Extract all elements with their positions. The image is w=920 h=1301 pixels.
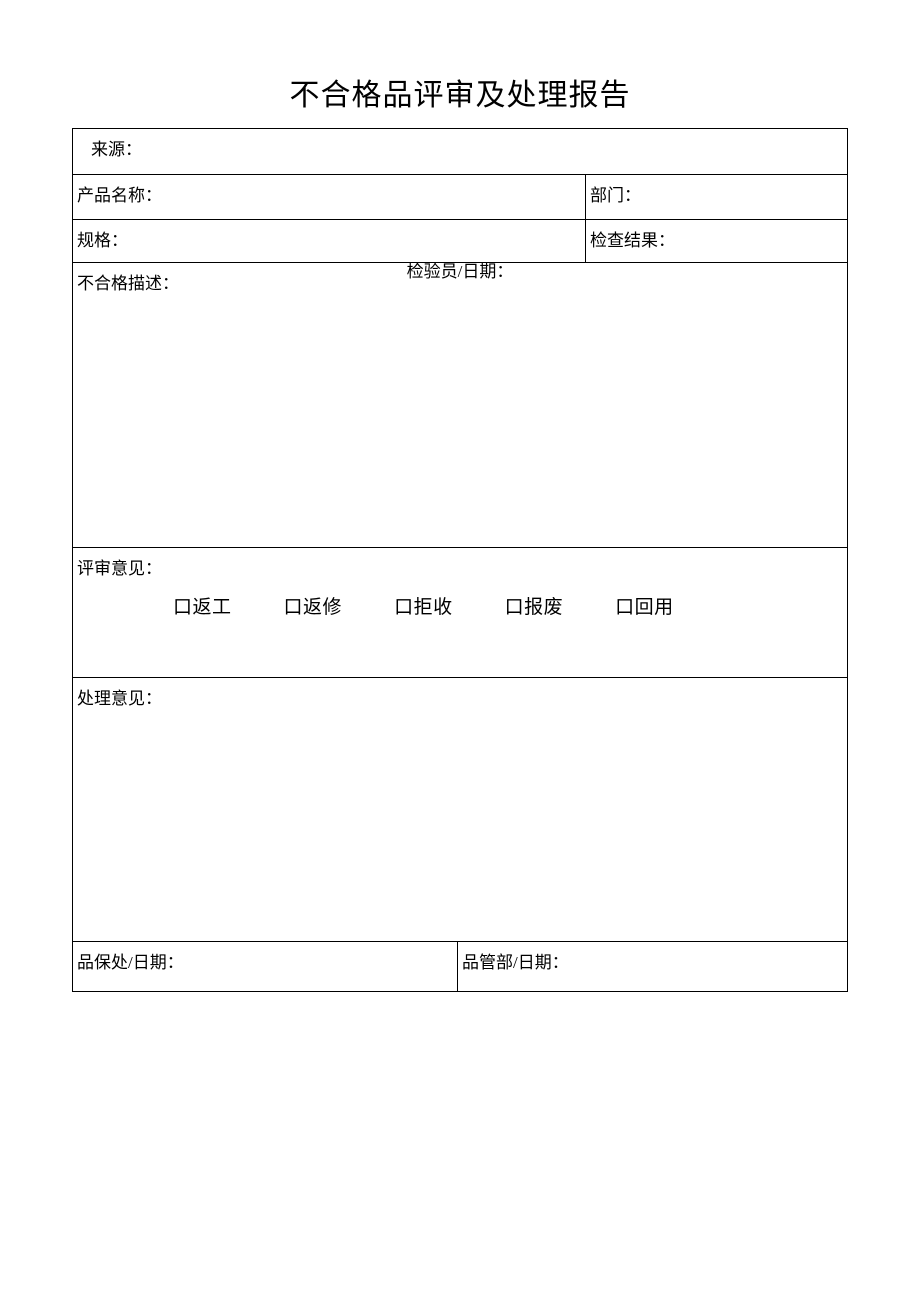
document-page: 不合格品评审及处理报告 来源： 产品名称： 部门： 规格： 检查结果： 不合格描… [0, 0, 920, 1301]
inspection-result-cell[interactable]: 检查结果： [584, 219, 849, 263]
table-row-signatures: 品保处/日期： 品管部/日期： [72, 941, 849, 992]
review-option-label: 拒收 [413, 597, 453, 618]
review-option-label: 回用 [634, 597, 674, 618]
review-option-rework[interactable]: 口返工 [173, 597, 232, 620]
review-option-repair[interactable]: 口返修 [284, 597, 343, 620]
quality-control-signature-cell[interactable]: 品管部/日期： [456, 941, 849, 992]
review-opinion-body: 评审意见： 口返工 口返修 口拒收 口报废 口回用 [73, 548, 847, 618]
review-options-group: 口返工 口返修 口拒收 口报废 口回用 [73, 597, 847, 620]
quality-assurance-label: 品保处/日期： [77, 953, 184, 972]
table-row-nonconformity-description: 不合格描述： 检验员/日期： [71, 262, 849, 548]
nonconformity-description-body: 不合格描述： 检验员/日期： [73, 262, 847, 294]
review-opinion-cell[interactable]: 评审意见： 口返工 口返修 口拒收 口报废 口回用 [71, 547, 849, 678]
checkbox-icon[interactable]: 口 [615, 597, 635, 618]
table-row-disposition-opinion: 处理意见： [71, 677, 849, 942]
source-cell[interactable]: 来源： [71, 128, 849, 175]
department-label: 部门： [590, 186, 641, 205]
product-name-label: 产品名称： [77, 186, 162, 205]
product-name-cell[interactable]: 产品名称： [72, 174, 586, 220]
page-title: 不合格品评审及处理报告 [289, 79, 631, 112]
nonconforming-product-form-table: 来源： 产品名称： 部门： 规格： 检查结果： 不合格描述： 检验员/日期： 评… [71, 128, 849, 992]
specification-label: 规格： [77, 231, 128, 250]
disposition-opinion-label: 处理意见： [77, 689, 162, 708]
table-row-product: 产品名称： 部门： [72, 174, 849, 220]
review-option-label: 返修 [303, 597, 343, 618]
table-row-specification: 规格： 检查结果： [72, 219, 849, 263]
checkbox-icon[interactable]: 口 [284, 597, 304, 618]
checkbox-icon[interactable]: 口 [173, 597, 193, 618]
checkbox-icon[interactable]: 口 [394, 597, 414, 618]
inspection-result-label: 检查结果： [590, 231, 675, 250]
review-option-reject[interactable]: 口拒收 [394, 597, 453, 620]
source-label: 来源： [91, 140, 142, 159]
review-option-label: 返工 [192, 597, 232, 618]
disposition-opinion-cell[interactable]: 处理意见： [71, 677, 849, 942]
quality-assurance-signature-cell[interactable]: 品保处/日期： [72, 941, 458, 992]
review-option-use-as-is[interactable]: 口回用 [615, 597, 674, 620]
nonconformity-description-cell[interactable]: 不合格描述： 检验员/日期： [71, 262, 849, 548]
quality-control-label: 品管部/日期： [462, 953, 569, 972]
department-cell[interactable]: 部门： [584, 174, 849, 220]
review-option-scrap[interactable]: 口报废 [505, 597, 564, 620]
table-row-review-opinion: 评审意见： 口返工 口返修 口拒收 口报废 口回用 [71, 547, 849, 678]
table-row-source: 来源： [71, 128, 849, 175]
review-option-label: 报废 [524, 597, 564, 618]
inspector-date-label: 检验员/日期： [406, 262, 514, 281]
review-opinion-label: 评审意见： [77, 559, 162, 578]
checkbox-icon[interactable]: 口 [505, 597, 525, 618]
specification-cell[interactable]: 规格： [72, 219, 586, 263]
